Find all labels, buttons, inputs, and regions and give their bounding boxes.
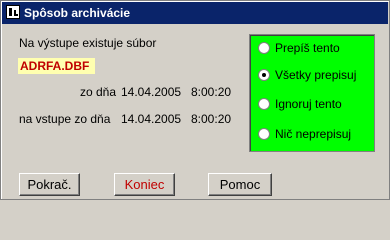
option-label: Ignoruj tento: [275, 97, 342, 111]
end-button[interactable]: Koniec: [114, 173, 175, 196]
output-time: 8:00:20: [191, 85, 232, 99]
app-icon: [6, 5, 20, 19]
filename-label: ADRFA.DBF: [18, 58, 95, 74]
help-button[interactable]: Pomoc: [208, 173, 272, 196]
option-label: Nič neprepisuj: [275, 127, 352, 141]
option-label: Prepíš tento: [275, 41, 340, 55]
window-title: Spôsob archivácie: [24, 6, 131, 20]
output-date: 14.04.2005: [121, 85, 182, 99]
input-date-prefix: na vstupe zo dňa: [19, 112, 111, 126]
radio-icon: [258, 128, 270, 140]
dialog-window: Spôsob archivácie Na výstupe existuje sú…: [0, 0, 390, 200]
title-bar[interactable]: Spôsob archivácie: [2, 2, 388, 24]
output-date-prefix: zo dňa: [80, 85, 117, 99]
input-date: 14.04.2005: [121, 112, 182, 126]
continue-button[interactable]: Pokrač.: [19, 173, 80, 196]
radio-icon: [258, 42, 270, 54]
output-file-label: Na výstupe existuje súbor: [19, 36, 157, 50]
radio-selected-icon: [258, 69, 270, 81]
radio-icon: [258, 98, 270, 110]
overwrite-options-group: Prepíš tento Všetky prepisuj Ignoruj ten…: [249, 34, 375, 152]
input-time: 8:00:20: [191, 112, 232, 126]
option-label: Všetky prepisuj: [275, 68, 357, 82]
